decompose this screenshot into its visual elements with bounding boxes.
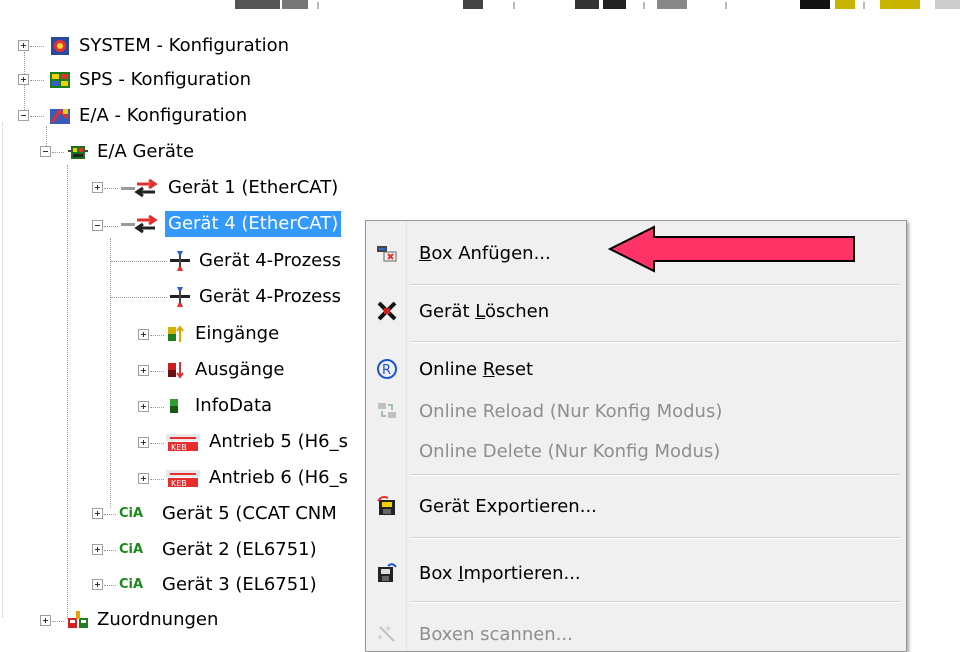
drive-icon: KEB — [166, 468, 200, 488]
svg-text:KEB: KEB — [171, 479, 187, 488]
devices-icon — [68, 142, 88, 162]
canopen-icon: CiA — [119, 506, 144, 521]
menu-item-geraet-exportieren[interactable]: Gerät Exportieren... — [366, 488, 906, 524]
tree-item-geraet2[interactable]: CiA Gerät 2 (EL6751) — [119, 536, 320, 564]
process-image-icon — [170, 287, 190, 307]
expand-toggle[interactable] — [138, 365, 149, 376]
tree-item-antrieb6[interactable]: KEB Antrieb 6 (H6_s — [166, 464, 351, 492]
process-image-icon — [170, 251, 190, 271]
expand-toggle[interactable] — [92, 544, 103, 555]
tree-item-system[interactable]: SYSTEM - Konfiguration — [50, 32, 292, 60]
tree-item-infodata[interactable]: InfoData — [166, 392, 275, 420]
tree-item-ausgaenge[interactable]: Ausgänge — [166, 356, 287, 384]
menu-item-online-delete[interactable]: Online Delete (Nur Konfig Modus) — [366, 433, 906, 469]
expand-toggle[interactable] — [138, 329, 149, 340]
svg-text:KEB: KEB — [171, 443, 187, 452]
tree-item-geraet3[interactable]: CiA Gerät 3 (EL6751) — [119, 571, 320, 599]
mappings-icon — [68, 610, 88, 630]
expand-toggle[interactable] — [40, 615, 51, 626]
expand-toggle[interactable] — [92, 508, 103, 519]
outputs-icon — [166, 360, 186, 380]
expand-toggle[interactable] — [138, 473, 149, 484]
infodata-icon — [166, 396, 186, 416]
menu-item-online-reload[interactable]: Online Reload (Nur Konfig Modus) — [366, 393, 906, 429]
tree-item-eingaenge[interactable]: Eingänge — [166, 320, 282, 348]
import-icon — [376, 562, 398, 584]
expand-toggle[interactable] — [138, 437, 149, 448]
tree-item-zuordnungen[interactable]: Zuordnungen — [68, 606, 221, 634]
context-menu: Box Anfügen... Gerät Löschen R Online Re… — [365, 220, 907, 652]
tree-item-prozess-image-1[interactable]: Gerät 4-Prozess — [170, 247, 344, 275]
export-icon — [376, 495, 398, 517]
drive-icon: KEB — [166, 432, 200, 452]
selected-label: Gerät 4 (EtherCAT) — [165, 211, 342, 237]
menu-item-geraet-loeschen[interactable]: Gerät Löschen — [366, 293, 906, 329]
collapse-toggle[interactable] — [18, 110, 29, 121]
inputs-icon — [166, 324, 186, 344]
menu-item-box-importieren[interactable]: Box Importieren... — [366, 555, 906, 591]
tree-line — [67, 165, 68, 619]
expand-toggle[interactable] — [92, 182, 103, 193]
plc-config-icon — [50, 70, 70, 90]
tree-line — [24, 52, 25, 118]
expand-toggle[interactable] — [138, 401, 149, 412]
tree-item-ea-geraete[interactable]: E/A Geräte — [68, 138, 197, 166]
svg-text:R: R — [382, 363, 391, 378]
scan-icon — [376, 623, 398, 645]
tree-line — [2, 122, 3, 617]
add-box-icon — [376, 242, 398, 264]
canopen-icon: CiA — [119, 577, 144, 592]
tree-item-ea-konfiguration[interactable]: E/A - Konfiguration — [50, 102, 250, 130]
tree-item-geraet1[interactable]: Gerät 1 (EtherCAT) — [121, 174, 341, 202]
tree-item-antrieb5[interactable]: KEB Antrieb 5 (H6_s — [166, 428, 351, 456]
ethercat-icon — [121, 214, 159, 234]
expand-toggle[interactable] — [18, 74, 29, 85]
tree-item-geraet4[interactable]: Gerät 4 (EtherCAT) — [121, 210, 342, 238]
menu-item-online-reset[interactable]: R Online Reset — [366, 351, 906, 387]
tree-item-geraet5[interactable]: CiA Gerät 5 (CCAT CNM — [119, 500, 340, 528]
tree-line — [110, 238, 111, 508]
reset-icon: R — [376, 358, 398, 380]
menu-item-boxen-scannen[interactable]: Boxen scannen... — [366, 616, 906, 652]
collapse-toggle[interactable] — [92, 220, 103, 231]
reload-icon — [376, 400, 398, 422]
expand-toggle[interactable] — [18, 40, 29, 51]
io-config-icon — [50, 106, 70, 126]
expand-toggle[interactable] — [92, 579, 103, 590]
canopen-icon: CiA — [119, 542, 144, 557]
tree-item-prozess-image-2[interactable]: Gerät 4-Prozess — [170, 283, 344, 311]
ethercat-icon — [121, 178, 159, 198]
annotation-arrow — [608, 225, 855, 273]
tree-item-sps[interactable]: SPS - Konfiguration — [50, 66, 254, 94]
delete-icon — [376, 300, 398, 322]
collapse-toggle[interactable] — [40, 146, 51, 157]
system-config-icon — [50, 36, 70, 56]
